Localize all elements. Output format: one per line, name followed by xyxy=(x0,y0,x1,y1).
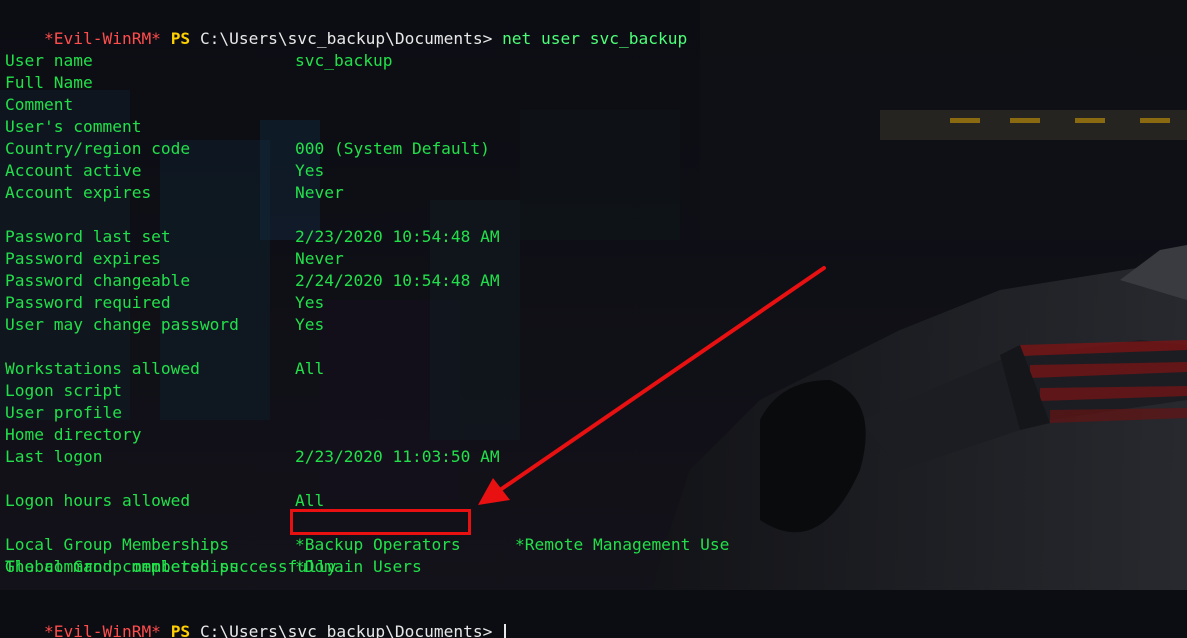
annotation-arrow-icon xyxy=(478,266,826,505)
